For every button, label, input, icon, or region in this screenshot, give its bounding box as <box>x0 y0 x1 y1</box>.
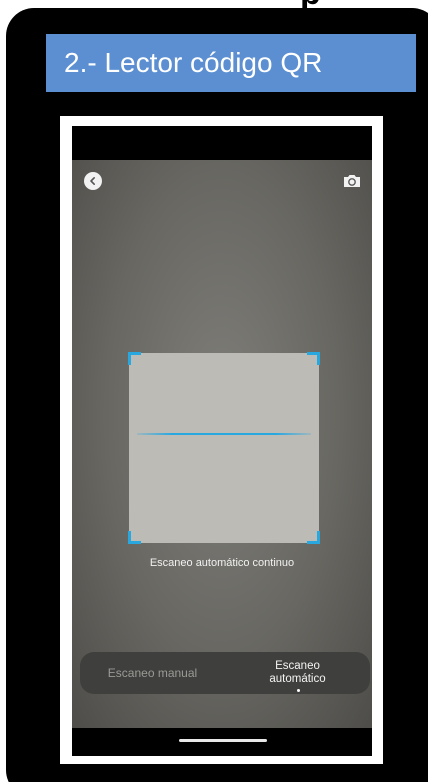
scan-line <box>137 433 311 435</box>
screenshot-frame: Escaneo automático continuo Escaneo manu… <box>60 116 383 764</box>
phone-screen: Escaneo automático continuo Escaneo manu… <box>72 126 372 756</box>
camera-viewfinder: Escaneo automático continuo Escaneo manu… <box>72 160 372 728</box>
presentation-slide: p 2.- Lector código QR <box>0 0 428 782</box>
auto-scan-label-line2: automático <box>269 673 326 685</box>
scan-corner-bottom-right <box>307 531 320 544</box>
navigation-bar <box>72 728 372 756</box>
title-banner: 2.- Lector código QR <box>46 34 416 92</box>
slide-title: 2.- Lector código QR <box>64 47 323 78</box>
scan-mode-switch: Escaneo manual Escaneo automático <box>80 652 370 694</box>
auto-scan-label-line1: Escaneo <box>275 660 320 672</box>
status-bar <box>72 126 372 160</box>
back-arrow-icon[interactable] <box>84 172 102 190</box>
qr-scan-area <box>128 352 320 544</box>
manual-scan-tab[interactable]: Escaneo manual <box>80 652 225 694</box>
scan-corner-top-right <box>307 352 320 365</box>
camera-flip-icon[interactable] <box>342 172 362 190</box>
scan-mode-caption: Escaneo automático continuo <box>149 557 295 569</box>
selected-mode-indicator <box>297 689 300 692</box>
scan-corner-top-left <box>128 352 141 365</box>
scan-corner-bottom-left <box>128 531 141 544</box>
auto-scan-tab[interactable]: Escaneo automático <box>225 652 370 694</box>
home-indicator[interactable] <box>179 739 267 742</box>
